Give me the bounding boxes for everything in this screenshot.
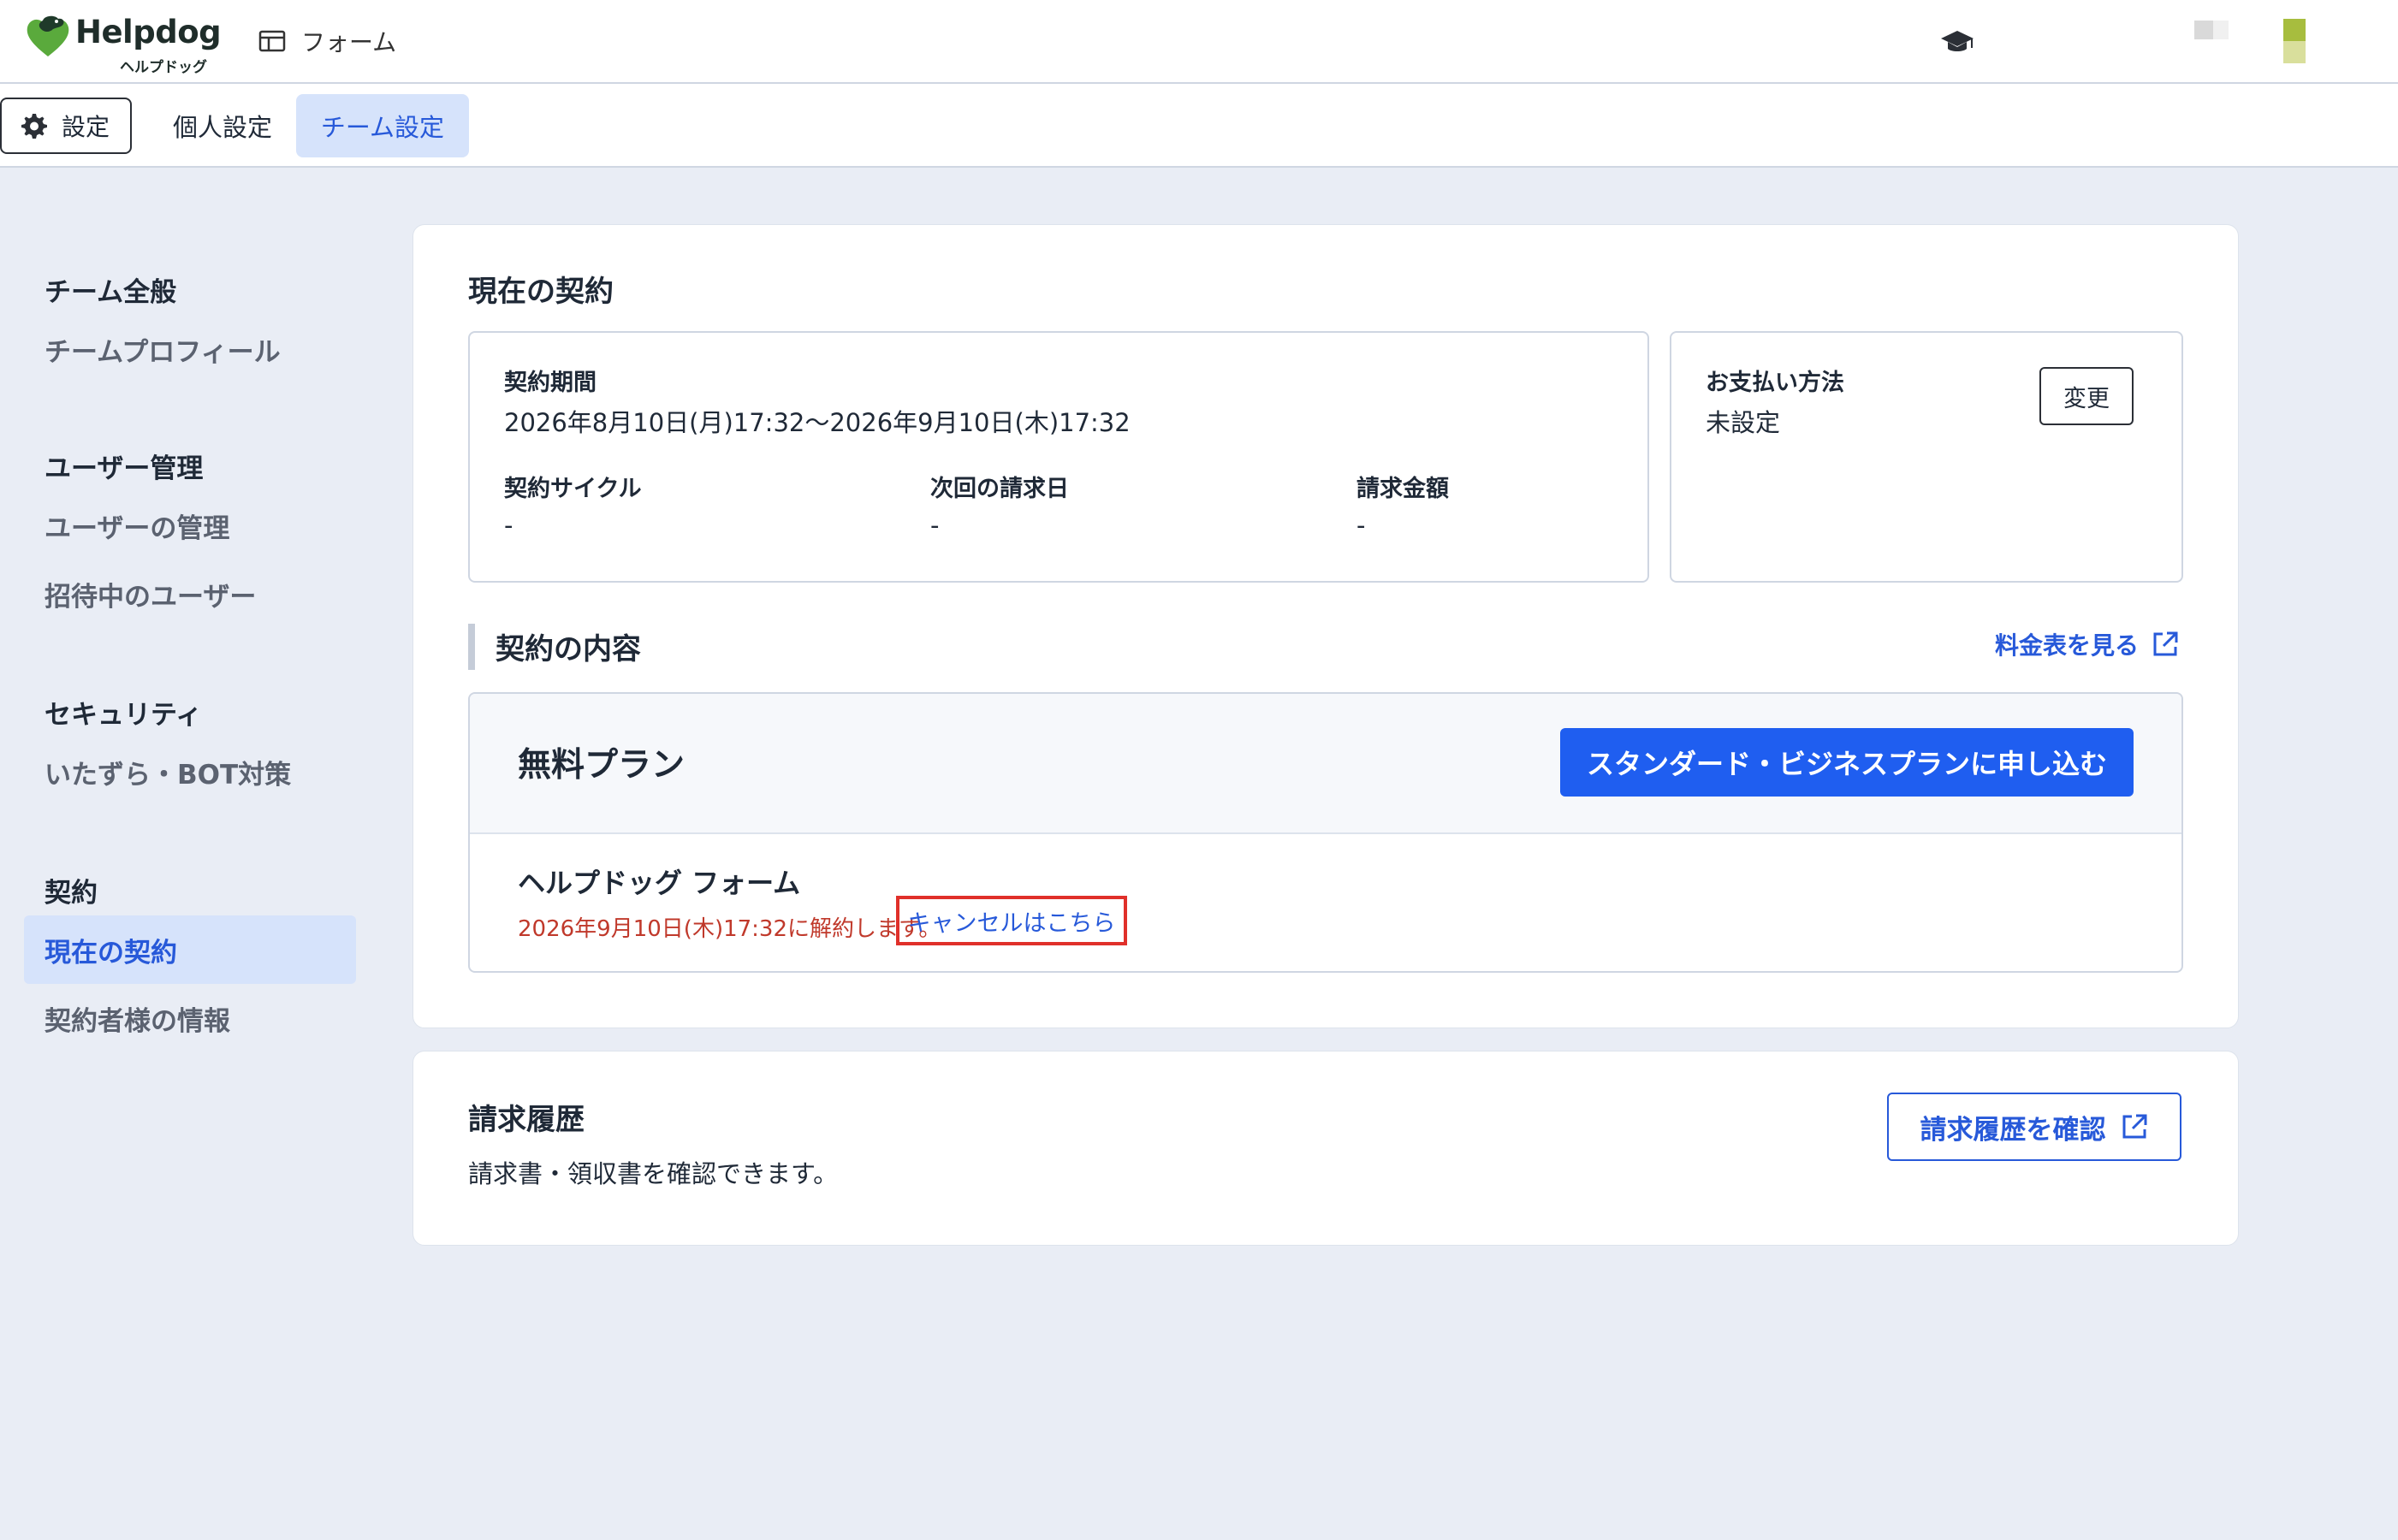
pricing-table-link-label: 料金表を見る bbox=[1995, 631, 2140, 660]
user-info-placeholder[interactable] bbox=[2194, 21, 2213, 39]
pricing-table-link[interactable]: 料金表を見る bbox=[1995, 627, 2180, 661]
brand-name: Helpdog bbox=[75, 14, 222, 50]
app-switcher-form[interactable]: フォーム bbox=[258, 22, 396, 60]
helpdog-logo[interactable]: Helpdog ヘルプドッグ bbox=[24, 12, 222, 76]
payment-method-value: 未設定 bbox=[1706, 408, 1781, 437]
billing-history-description: 請求書・領収書を確認できます。 bbox=[468, 1159, 839, 1188]
external-link-icon bbox=[2122, 1114, 2146, 1139]
next-billing-value: - bbox=[930, 511, 940, 540]
top-header: Helpdog ヘルプドッグ フォーム bbox=[0, 0, 2398, 84]
billing-amount-value: - bbox=[1356, 511, 1366, 540]
cancellation-notice: 2026年9月10日(木)17:32に解約します。 bbox=[518, 916, 941, 942]
plan-name: 無料プラン bbox=[518, 746, 686, 785]
settings-sidebar: チーム全般 チームプロフィール ユーザー管理 ユーザーの管理 招待中のユーザー … bbox=[0, 168, 377, 1540]
product-name: ヘルプドッグ フォーム bbox=[518, 867, 801, 899]
view-billing-history-label: 請求履歴を確認 bbox=[1920, 1114, 2106, 1146]
contract-period-label: 契約期間 bbox=[504, 370, 597, 396]
contract-content-title: 契約の内容 bbox=[496, 632, 641, 666]
contract-period-box: 契約期間 2026年8月10日(月)17:32〜2026年9月10日(木)17:… bbox=[468, 331, 1649, 583]
payment-method-box: お支払い方法 未設定 変更 bbox=[1670, 331, 2183, 583]
plan-box: 無料プラン スタンダード・ビジネスプランに申し込む ヘルプドッグ フォーム 20… bbox=[468, 692, 2183, 973]
external-link-icon bbox=[2153, 631, 2178, 656]
contract-period-value: 2026年8月10日(月)17:32〜2026年9月10日(木)17:32 bbox=[504, 408, 1131, 437]
settings-button[interactable]: 設定 bbox=[0, 98, 132, 154]
settings-tab-bar: 設定 個人設定 チーム設定 bbox=[0, 84, 2398, 168]
graduation-cap-icon[interactable] bbox=[1939, 26, 1975, 56]
view-billing-history-button[interactable]: 請求履歴を確認 bbox=[1887, 1093, 2181, 1161]
apply-paid-plan-button[interactable]: スタンダード・ビジネスプランに申し込む bbox=[1560, 728, 2134, 797]
sidebar-item-team-profile[interactable]: チームプロフィール bbox=[45, 330, 281, 369]
sidebar-heading-team: チーム全般 bbox=[45, 277, 177, 308]
avatar-top[interactable] bbox=[2283, 19, 2306, 41]
user-info-placeholder-light bbox=[2213, 21, 2229, 39]
billing-history-card: 請求履歴 請求書・領収書を確認できます。 請求履歴を確認 bbox=[413, 1051, 2239, 1246]
sidebar-heading-contract: 契約 bbox=[45, 878, 98, 909]
sidebar-item-current-contract-label: 現在の契約 bbox=[45, 938, 177, 968]
next-billing-label: 次回の請求日 bbox=[930, 476, 1069, 502]
avatar-bottom bbox=[2283, 41, 2306, 63]
change-payment-button[interactable]: 変更 bbox=[2039, 367, 2134, 425]
sidebar-heading-users: ユーザー管理 bbox=[45, 453, 204, 484]
sidebar-item-contractor-info[interactable]: 契約者様の情報 bbox=[45, 999, 230, 1038]
payment-method-label: お支払い方法 bbox=[1706, 370, 1844, 396]
dog-heart-logo-icon bbox=[27, 15, 69, 56]
brand-kana: ヘルプドッグ bbox=[120, 59, 207, 76]
settings-button-label: 設定 bbox=[62, 113, 110, 141]
sidebar-heading-security: セキュリティ bbox=[45, 700, 203, 731]
sidebar-item-bot-protection[interactable]: いたずら・BOT対策 bbox=[45, 753, 291, 791]
gear-icon bbox=[21, 114, 47, 139]
sidebar-item-user-management[interactable]: ユーザーの管理 bbox=[45, 506, 229, 545]
sidebar-item-invited-users[interactable]: 招待中のユーザー bbox=[45, 575, 256, 613]
current-contract-title: 現在の契約 bbox=[468, 275, 614, 309]
cancel-cancellation-link[interactable]: キャンセルはこちら bbox=[896, 896, 1127, 945]
tab-personal-settings[interactable]: 個人設定 bbox=[151, 94, 294, 157]
plan-header: 無料プラン スタンダード・ビジネスプランに申し込む bbox=[470, 694, 2181, 834]
billing-history-title: 請求履歴 bbox=[468, 1103, 585, 1137]
section-accent-bar bbox=[468, 624, 475, 670]
tab-team-settings[interactable]: チーム設定 bbox=[296, 94, 469, 157]
current-contract-card: 現在の契約 契約期間 2026年8月10日(月)17:32〜2026年9月10日… bbox=[413, 224, 2239, 1028]
contract-cycle-value: - bbox=[504, 511, 513, 540]
contract-cycle-label: 契約サイクル bbox=[504, 476, 642, 502]
form-window-icon bbox=[258, 30, 286, 52]
app-label: フォーム bbox=[301, 28, 397, 56]
billing-amount-label: 請求金額 bbox=[1356, 476, 1449, 502]
